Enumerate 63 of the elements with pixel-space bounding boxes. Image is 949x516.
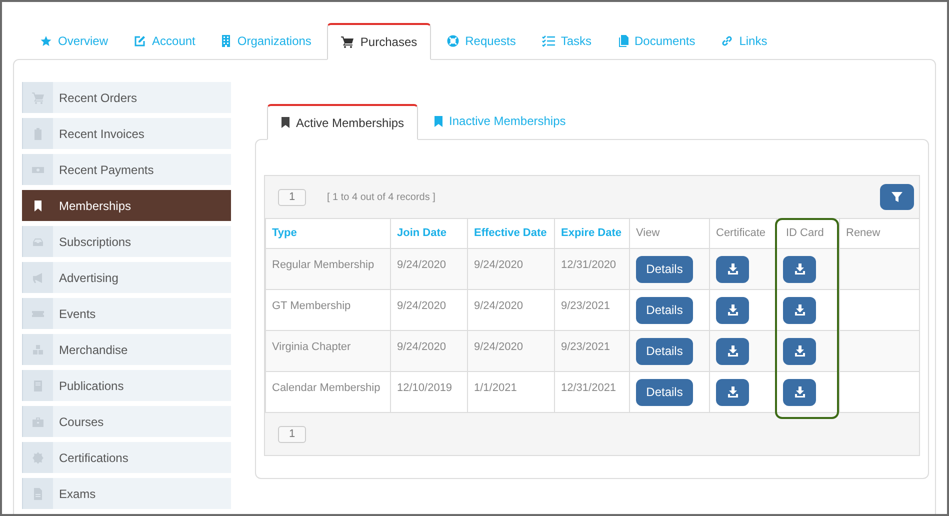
megaphone-icon [32,272,44,284]
sidebar-item[interactable]: Merchandise [22,334,231,365]
id-card-download-button[interactable] [783,296,816,324]
download-icon [726,263,738,275]
page-button[interactable]: 1 [278,426,306,442]
nav-tab[interactable]: Purchases [327,23,432,60]
checklist-icon [542,34,555,46]
cart-icon [341,36,354,48]
cart-icon [32,92,44,104]
table-cell: 12/31/2021 [554,372,630,412]
filter-icon [891,191,903,203]
page-button[interactable]: 1 [278,188,306,206]
bookmark-icon [281,117,290,128]
certificate-download-button[interactable] [716,378,749,406]
star-icon [40,34,52,46]
building-icon [221,34,232,46]
link-icon [721,34,734,46]
sidebar-item[interactable]: Recent Orders [22,82,231,113]
certificate-download-button[interactable] [716,296,749,324]
sidebar-item[interactable]: Memberships [22,190,231,221]
sidebar-item[interactable]: Exams [22,478,231,509]
badge-icon [32,452,44,464]
bookmark-icon [32,200,44,212]
download-icon [726,345,738,357]
records-count: [ 1 to 4 out of 4 records ] [327,190,436,204]
download-icon [794,263,806,275]
edit-icon [134,34,146,46]
certificate-download-button[interactable] [716,338,749,364]
sidebar-item[interactable]: Recent Invoices [22,118,231,149]
id-card-download-button[interactable] [783,338,816,364]
tab[interactable]: Active Memberships [267,104,418,140]
sidebar-item[interactable]: Advertising [22,262,231,293]
sidebar-item[interactable]: Certifications [22,442,231,473]
sidebar-item[interactable]: Courses [22,406,231,437]
inbox-icon [32,236,44,248]
sidebar-item[interactable]: Recent Payments [22,154,231,185]
download-icon [794,386,806,398]
download-icon [726,386,738,398]
briefcase-icon [32,416,44,428]
document-icon [32,488,44,500]
sidebar-item[interactable]: Events [22,298,231,329]
id-card-download-button[interactable] [783,378,816,406]
book-icon [32,380,44,392]
table-cell: 1/1/2021 [468,372,554,412]
table-cell: 12/10/2019 [390,372,468,412]
download-icon [726,304,738,316]
cubes-icon [32,344,44,356]
sidebar-item[interactable]: Subscriptions [22,226,231,257]
download-icon [794,304,806,316]
clipboard-icon [32,128,44,140]
details-button[interactable]: Details [636,256,693,282]
id-card-download-button[interactable] [783,256,816,282]
table-cell: Calendar Membership [266,372,390,412]
filter-button[interactable] [880,184,914,210]
certificate-download-button[interactable] [716,256,749,282]
details-button[interactable]: Details [636,378,693,406]
details-button[interactable]: Details [636,338,693,364]
documents-icon [618,34,629,46]
sidebar-item[interactable]: Publications [22,370,231,401]
download-icon [794,345,806,357]
bookmark-icon [434,116,444,126]
lifebuoy-icon [447,34,460,46]
details-button[interactable]: Details [636,296,693,324]
